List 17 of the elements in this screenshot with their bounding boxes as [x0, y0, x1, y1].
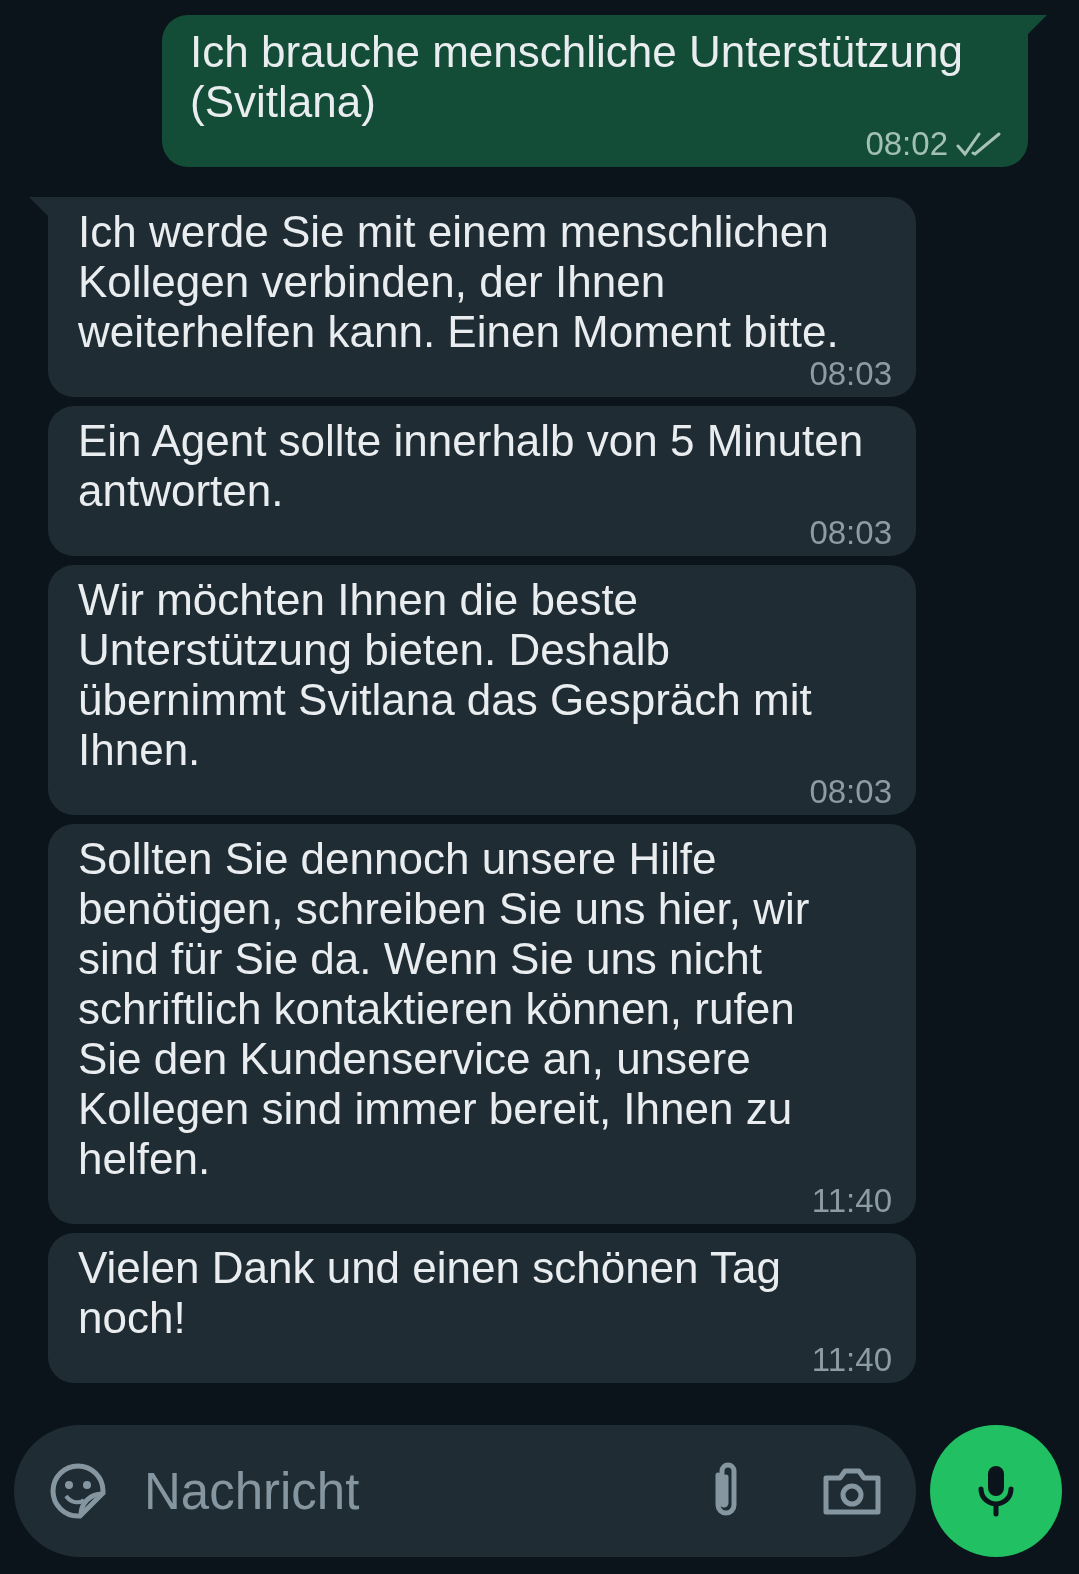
message-time: 08:02 — [865, 127, 948, 161]
message-text: Sollten Sie dennoch unsere Hilfe benötigen, schreiben Sie uns hier, wir sind für Sie da. Wenn Sie uns nicht schriftlich kontaktieren können, rufen Sie den Kundenservice an, unsere Kollegen sind immer bereit, Ihnen zu helfen. — [78, 834, 811, 1184]
message-time: 08:03 — [809, 516, 892, 550]
message-time: 08:03 — [809, 357, 892, 391]
message-text: Ein Agent sollte innerhalb von 5 Minuten antworten. — [78, 416, 865, 516]
message-time: 11:40 — [811, 1184, 892, 1218]
message-text: Vielen Dank und einen schönen Tag noch! — [78, 1243, 782, 1343]
camera-icon[interactable] — [822, 1466, 882, 1516]
message-text: Wir möchten Ihnen die beste Unterstützung bieten. Deshalb übernimmt Svitlana das Gespräch mit Ihnen. — [78, 575, 813, 775]
sticker-smiley-icon[interactable] — [48, 1461, 108, 1521]
message-input[interactable]: Nachricht — [142, 1460, 706, 1522]
microphone-icon — [976, 1463, 1016, 1519]
message-time: 11:40 — [811, 1343, 892, 1377]
message-time: 08:03 — [809, 775, 892, 809]
message-text: Ich brauche menschliche Unterstützung (Svitlana) — [190, 27, 964, 127]
message-field[interactable]: Nachricht — [14, 1425, 916, 1557]
message-text: Ich werde Sie mit einem menschlichen Kollegen verbinden, der Ihnen weiterhelfen kann. Einen Moment bitte. — [78, 207, 840, 357]
